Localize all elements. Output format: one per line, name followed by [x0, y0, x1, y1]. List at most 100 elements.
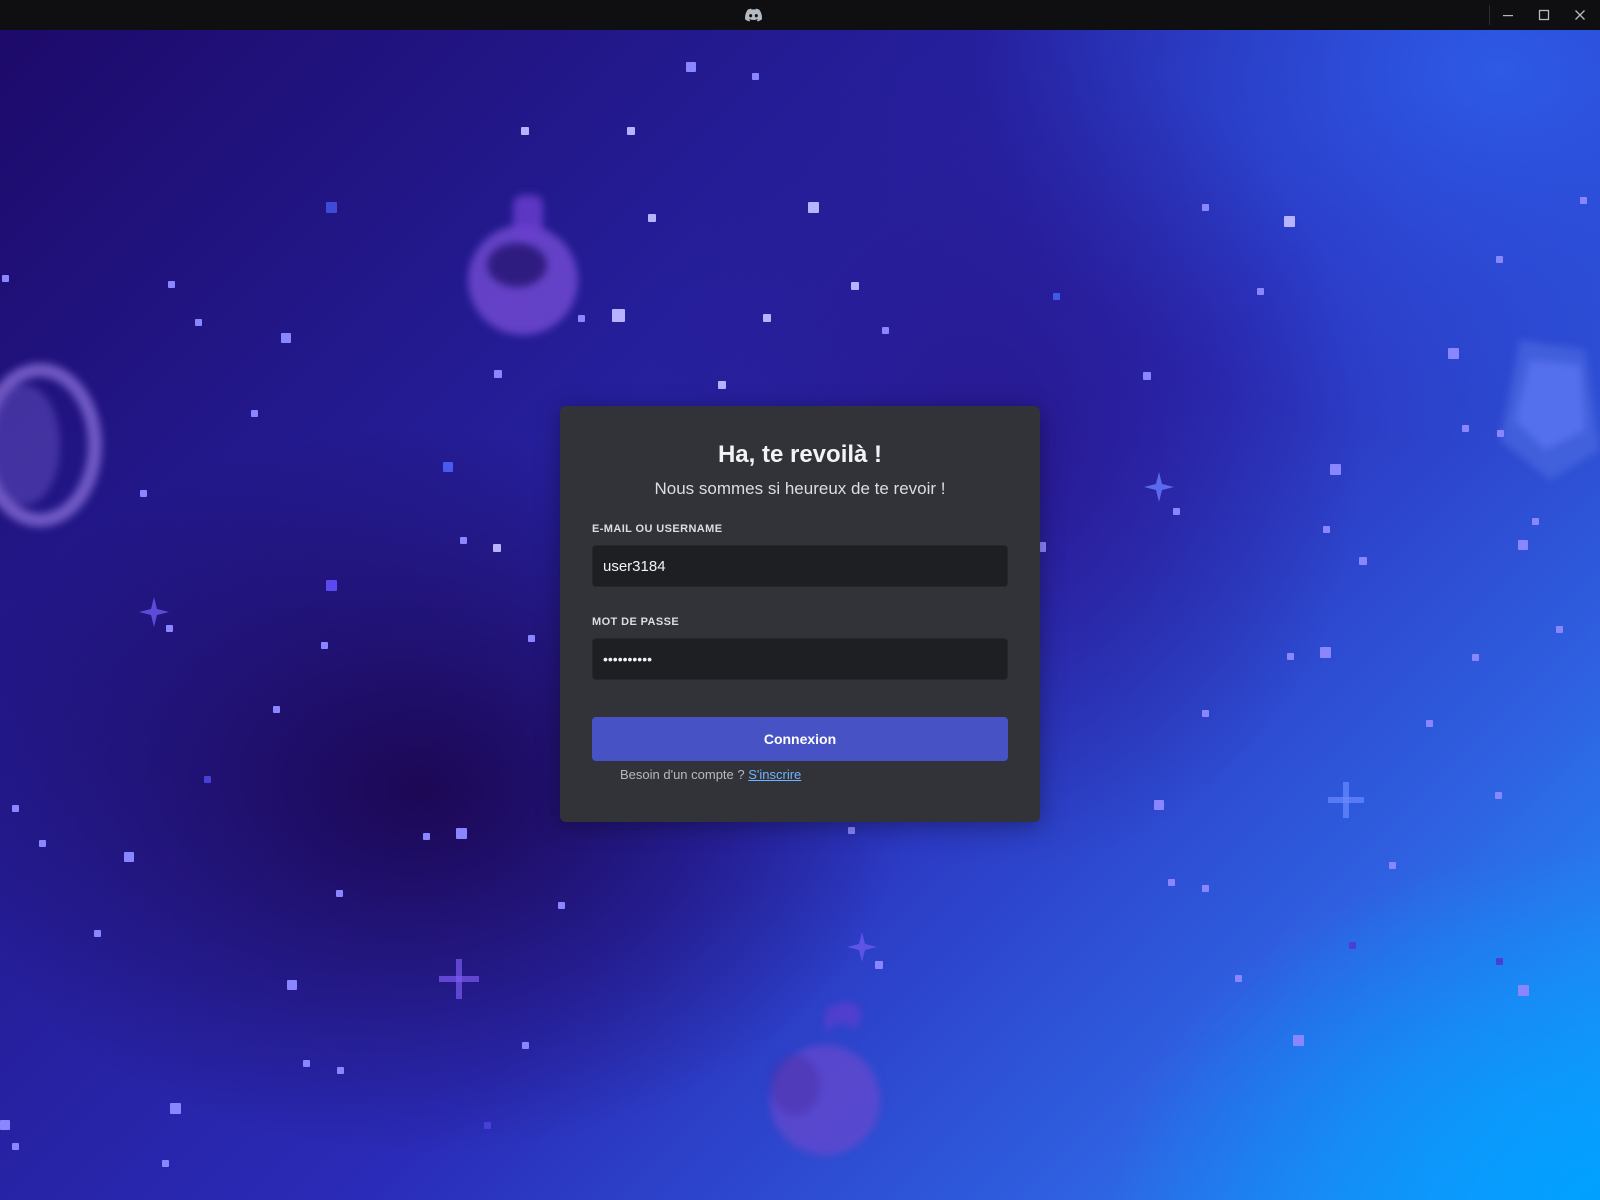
star — [251, 410, 258, 417]
close-button[interactable] — [1562, 0, 1598, 30]
sparkle-icon — [1144, 472, 1174, 502]
star — [124, 852, 134, 862]
star — [752, 73, 759, 80]
star — [1168, 879, 1175, 886]
maximize-icon — [1538, 9, 1550, 21]
sparkle-icon — [847, 932, 877, 962]
sparkle-icon — [139, 597, 169, 627]
star — [1496, 958, 1503, 965]
cross-sparkle-icon — [439, 959, 479, 999]
star — [528, 635, 535, 642]
star — [808, 202, 819, 213]
star — [1472, 654, 1479, 661]
star — [2, 275, 9, 282]
login-subtitle: Nous sommes si heureux de te revoir ! — [654, 479, 946, 498]
star — [851, 282, 859, 290]
close-icon — [1575, 10, 1585, 20]
star — [1389, 862, 1396, 869]
star — [1349, 942, 1356, 949]
star — [578, 315, 585, 322]
star — [1462, 425, 1469, 432]
window-titlebar — [0, 0, 1600, 30]
star — [162, 1160, 169, 1167]
password-field[interactable] — [592, 638, 1008, 680]
star — [1359, 557, 1367, 565]
star — [336, 890, 343, 897]
star — [12, 1143, 19, 1150]
star — [1257, 288, 1264, 295]
star — [12, 805, 19, 812]
email-field[interactable] — [592, 545, 1008, 587]
star — [627, 127, 635, 135]
star — [337, 1067, 344, 1074]
star — [1497, 430, 1504, 437]
star — [140, 490, 147, 497]
star — [0, 1120, 10, 1130]
star — [321, 642, 328, 649]
star — [1518, 540, 1528, 550]
star — [686, 62, 696, 72]
star — [1287, 653, 1294, 660]
login-button[interactable]: Connexion — [592, 717, 1008, 761]
star — [456, 828, 467, 839]
star — [1154, 800, 1164, 810]
star — [612, 309, 625, 322]
star — [1556, 626, 1563, 633]
star — [166, 625, 173, 632]
star — [1426, 720, 1433, 727]
star — [1202, 204, 1209, 211]
fruit-decoration — [770, 1001, 880, 1155]
star — [281, 333, 291, 343]
star — [204, 776, 211, 783]
star — [484, 1122, 491, 1129]
star — [875, 961, 883, 969]
star — [423, 833, 430, 840]
star — [1580, 197, 1587, 204]
star — [1173, 508, 1180, 515]
star — [1053, 293, 1060, 300]
login-card: Ha, te revoilà ! Nous sommes si heureux … — [560, 406, 1040, 822]
star — [94, 930, 101, 937]
star — [195, 319, 202, 326]
star — [1143, 372, 1151, 380]
star — [168, 281, 175, 288]
star — [558, 902, 565, 909]
star — [1496, 256, 1503, 263]
star — [273, 706, 280, 713]
star — [763, 314, 771, 322]
cross-sparkle-icon — [1328, 782, 1364, 818]
star — [1323, 526, 1330, 533]
star — [1293, 1035, 1304, 1046]
minimize-icon — [1503, 15, 1513, 17]
maximize-button[interactable] — [1526, 0, 1562, 30]
star — [521, 127, 529, 135]
star — [1330, 464, 1341, 475]
ring-planet-decoration — [0, 363, 102, 527]
register-prompt-row: Besoin d'un compte ? S'inscrire — [620, 766, 801, 784]
star — [443, 462, 453, 472]
star — [493, 544, 501, 552]
gem-decoration — [1500, 340, 1600, 480]
star — [1320, 647, 1331, 658]
potion-flask-decoration — [468, 195, 578, 335]
star — [1202, 885, 1209, 892]
star — [1235, 975, 1242, 982]
register-link[interactable]: S'inscrire — [748, 767, 801, 782]
register-prompt-text: Besoin d'un compte ? — [620, 767, 749, 782]
star — [494, 370, 502, 378]
discord-icon — [745, 8, 762, 22]
star — [848, 827, 855, 834]
star — [1202, 710, 1209, 717]
password-field-label: MOT DE PASSE — [592, 616, 680, 628]
star — [1039, 542, 1046, 552]
star — [303, 1060, 310, 1067]
minimize-button[interactable] — [1490, 0, 1526, 30]
star — [460, 537, 467, 544]
login-title: Ha, te revoilà ! — [717, 441, 883, 468]
star — [1495, 792, 1502, 799]
star — [170, 1103, 181, 1114]
star — [1448, 348, 1459, 359]
star — [326, 580, 337, 591]
star — [882, 327, 889, 334]
star — [39, 840, 46, 847]
